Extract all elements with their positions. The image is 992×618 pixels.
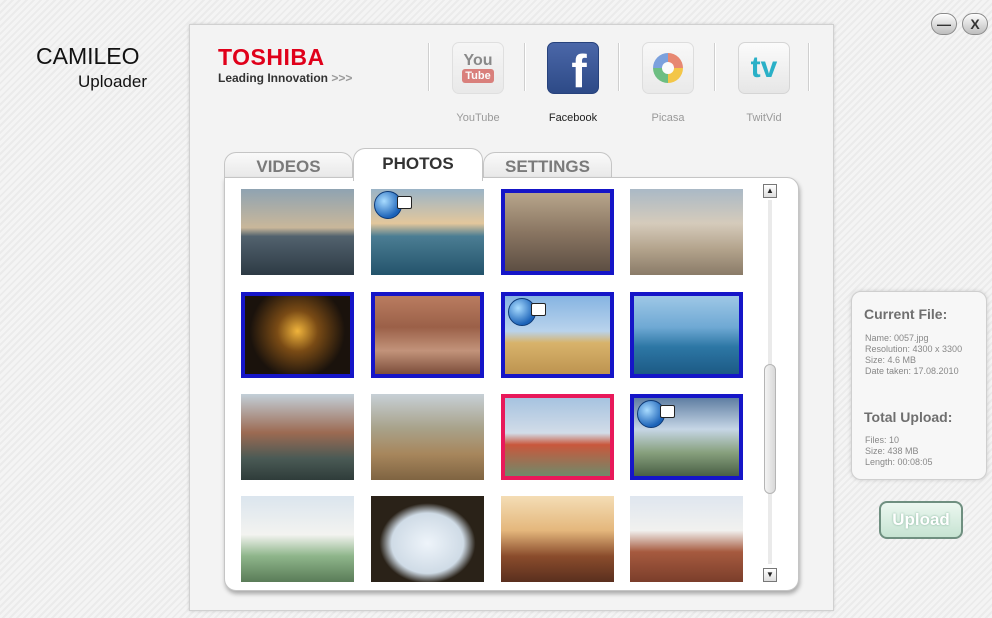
photo-thumbnail-taj-mahal-day[interactable]	[241, 496, 354, 582]
brand-name: TOSHIBA	[218, 44, 325, 70]
tab-videos[interactable]: VIDEOS	[224, 152, 353, 180]
globe-upload-icon	[637, 400, 675, 428]
service-picasa[interactable]: Picasa	[628, 42, 708, 124]
current-file-name: Name: 0057.jpg	[865, 333, 929, 343]
photo-thumbnail-jama-masjid-sunset[interactable]	[501, 496, 614, 582]
current-file-resolution: Resolution: 4300 x 3300	[865, 344, 963, 354]
scroll-down-button[interactable]: ▼	[763, 568, 777, 582]
info-card: Current File: Name: 0057.jpg Resolution:…	[851, 291, 987, 480]
globe-upload-icon	[374, 191, 412, 219]
service-label: YouTube	[456, 112, 500, 124]
total-upload-length: Length: 00:08:05	[865, 457, 933, 467]
main-panel: TOSHIBA Leading Innovation >>> You Tube …	[189, 24, 834, 611]
photo-gallery: ▲ ▼	[224, 177, 799, 591]
toshiba-logo: TOSHIBA Leading Innovation >>>	[218, 45, 352, 85]
photo-thumbnail-st-peters-square[interactable]	[630, 189, 743, 275]
current-file-date: Date taken: 17.08.2010	[865, 366, 959, 376]
service-label: Facebook	[548, 112, 598, 124]
app-subtitle: Uploader	[78, 72, 147, 91]
photo-thumbnail-venice-canal[interactable]	[241, 394, 354, 480]
service-twitvid[interactable]: tv TwitVid	[724, 42, 804, 124]
photo-thumbnail-sailing-ship[interactable]	[241, 189, 354, 275]
close-button[interactable]: X	[962, 13, 988, 35]
brand-tagline: Leading Innovation >>>	[218, 71, 353, 85]
total-upload-files: Files: 10	[865, 435, 900, 445]
photo-thumbnail-red-mosque[interactable]	[630, 496, 743, 582]
current-file-heading: Current File:	[864, 306, 948, 322]
minimize-button[interactable]: —	[931, 13, 957, 35]
photo-thumbnail-pyramids[interactable]	[501, 292, 614, 378]
globe-upload-icon	[508, 298, 546, 326]
tab-settings[interactable]: SETTINGS	[483, 152, 612, 180]
scroll-up-button[interactable]: ▲	[763, 184, 777, 198]
photo-thumbnail-eiffel-tower-night[interactable]	[241, 292, 354, 378]
facebook-icon: f	[547, 42, 599, 94]
service-youtube[interactable]: You Tube YouTube	[438, 42, 518, 124]
photo-thumbnail-taj-mahal-arch[interactable]	[371, 496, 484, 582]
current-file-size: Size: 4.6 MB	[865, 355, 917, 365]
scroll-thumb[interactable]	[764, 364, 776, 494]
service-facebook[interactable]: f Facebook	[533, 42, 613, 124]
twitvid-icon: tv	[738, 42, 790, 94]
total-upload-heading: Total Upload:	[864, 409, 953, 425]
total-upload-size: Size: 438 MB	[865, 446, 919, 456]
tab-photos[interactable]: PHOTOS	[353, 148, 483, 181]
photo-thumbnail-zebra-savanna[interactable]	[371, 394, 484, 480]
photo-thumbnail-sea-coast[interactable]	[371, 189, 484, 275]
scrollbar[interactable]: ▲ ▼	[763, 184, 777, 582]
photo-thumbnail-golden-gate-bridge[interactable]	[501, 394, 614, 480]
app-title: CAMILEO	[36, 43, 140, 69]
service-label: TwitVid	[746, 112, 782, 124]
photo-thumbnail-desert-canyon[interactable]	[371, 292, 484, 378]
picasa-icon	[642, 42, 694, 94]
youtube-icon: You Tube	[452, 42, 504, 94]
photo-thumbnail-sydney-opera-house[interactable]	[630, 292, 743, 378]
photo-thumbnail-city-view[interactable]	[630, 394, 743, 480]
photo-thumbnail-colosseum[interactable]	[501, 189, 614, 275]
service-label: Picasa	[651, 112, 685, 124]
upload-button[interactable]: Upload	[879, 501, 963, 539]
